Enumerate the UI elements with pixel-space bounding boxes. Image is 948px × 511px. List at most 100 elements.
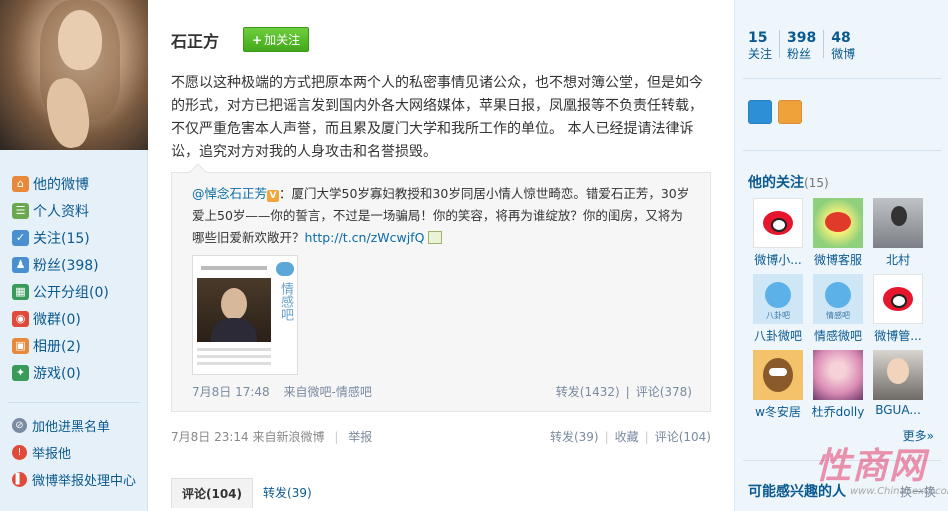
stat-number: 15 — [748, 30, 768, 46]
nav-item-group[interactable]: ▦ 公开分组(0) — [0, 278, 147, 305]
nav-item-label: 相册(2) — [33, 338, 81, 355]
separator: | — [625, 385, 630, 399]
follow-item[interactable]: BGUA... — [868, 350, 928, 424]
original-post-text: @悼念石正芳 V ：厦门大学50岁寡妇教授和30岁同居小情人惊世畸恋。错爱石正芳，3… — [192, 183, 692, 249]
nav-item-home[interactable]: ⌂ 他的微博 — [0, 170, 147, 197]
profile-stats: 15 关注 398 粉丝 48 微博 — [748, 30, 862, 62]
site-watermark-url: www.ChinaSexQ.com — [850, 486, 948, 497]
follow-name: 八卦微吧 — [753, 329, 802, 343]
verified-v-icon: V — [267, 190, 280, 202]
favorite-link[interactable]: 收藏 — [615, 430, 639, 444]
original-author-link[interactable]: @悼念石正芳 — [192, 186, 267, 201]
nav-item-report-center[interactable]: ▌ 微博举报处理中心 — [0, 466, 136, 493]
follow-avatar — [813, 350, 863, 400]
nav-item-label: 微群(0) — [33, 311, 81, 328]
thumbnail-text-lines — [197, 348, 271, 369]
nav-item-follow[interactable]: ✓ 关注(15) — [0, 224, 147, 251]
original-post-source[interactable]: 来自微吧-情感吧 — [284, 385, 372, 399]
nav-item-weiqun[interactable]: ◉ 微群(0) — [0, 305, 147, 332]
reposted-weibo: @悼念石正芳 V ：厦门大学50岁寡妇教授和30岁同居小情人惊世畸恋。错爱石正芳，3… — [171, 163, 711, 412]
stat-2[interactable]: 48 微博 — [831, 30, 855, 62]
tab-1[interactable]: 转发(39) — [253, 478, 322, 508]
follows-title[interactable]: 他的关注(15) — [748, 172, 829, 192]
post-source[interactable]: 来自新浪微博 — [253, 430, 325, 444]
profile-header: 石正方 + 加关注 — [171, 27, 310, 52]
avatar-tag: 情感吧 — [826, 311, 850, 320]
follow-name: 北村 — [885, 253, 910, 267]
nav-item-report[interactable]: ! 举报他 — [0, 439, 136, 466]
original-post-actions: 转发(1432) | 评论(378) — [556, 383, 692, 400]
stat-0[interactable]: 15 关注 — [748, 30, 772, 62]
weiqun-icon: ◉ — [12, 310, 29, 327]
nav-item-label: 个人资料 — [33, 203, 89, 220]
follow-name: 微博小... — [754, 253, 802, 267]
follow-button[interactable]: + 加关注 — [243, 27, 310, 52]
tab-0[interactable]: 评论(104) — [171, 478, 254, 508]
avatar-tag: 八卦吧 — [766, 311, 790, 320]
speech-bubble-icon — [276, 262, 294, 276]
stat-1[interactable]: 398 粉丝 — [787, 30, 816, 62]
post-text: 不愿以这种极端的方式把原本两个人的私密事情见诸公众，也不想对簿公堂，但是如今的形… — [171, 75, 703, 160]
left-sidebar: ⌂ 他的微博 ☰ 个人资料 ✓ 关注(15) ♟ 粉丝(398) ▦ 公开分组(0) ◉ 微群(0) ▣… — [0, 0, 148, 511]
follow-avatar — [873, 198, 923, 248]
separator: | — [334, 430, 339, 444]
medal-badges — [748, 100, 808, 124]
follow-item[interactable]: 杜乔dolly — [808, 350, 868, 424]
follow-item[interactable]: w冬安居 — [748, 350, 808, 424]
follow-item[interactable]: 八卦吧 八卦微吧 — [748, 274, 808, 348]
badge-icon[interactable] — [748, 100, 772, 124]
original-post-time[interactable]: 7月8日 17:48 — [192, 385, 270, 399]
album-icon: ▣ — [12, 337, 29, 354]
separator: | — [644, 430, 649, 444]
follow-name: BGUA... — [875, 403, 921, 417]
follow-item[interactable]: 微博客服 — [808, 198, 868, 272]
report-link[interactable]: 举报 — [348, 430, 372, 444]
nav-item-game[interactable]: ✦ 游戏(0) — [0, 359, 147, 386]
original-comment-link[interactable]: 评论(378) — [636, 385, 692, 399]
follow-item[interactable]: 微博管... — [868, 274, 928, 348]
original-post-thumbnail[interactable]: 情感吧 — [192, 255, 298, 375]
nav-item-label: 游戏(0) — [33, 365, 81, 382]
follow-item[interactable]: 北村 — [868, 198, 928, 272]
follow-avatar — [753, 350, 803, 400]
nav-item-fans[interactable]: ♟ 粉丝(398) — [0, 251, 147, 278]
nav-item-label: 公开分组(0) — [33, 284, 109, 301]
right-sidebar: 15 关注 398 粉丝 48 微博 他的关注(15) 微博小... 微博客服 北村八卦吧八卦… — [734, 0, 948, 511]
follows-title-text: 他的关注 — [748, 175, 804, 191]
follow-name: 微博管... — [874, 329, 922, 343]
image-link-icon[interactable] — [428, 231, 443, 244]
nav-item-blacklist[interactable]: ⊘ 加他进黑名单 — [0, 412, 136, 439]
report-icon: ! — [12, 445, 27, 460]
home-icon: ⌂ — [12, 175, 29, 192]
nav-item-album[interactable]: ▣ 相册(2) — [0, 332, 147, 359]
comment-link[interactable]: 评论(104) — [655, 430, 711, 444]
badges-divider — [743, 150, 941, 151]
follow-item[interactable]: 微博小... — [748, 198, 808, 272]
game-icon: ✦ — [12, 364, 29, 381]
thumbnail-side-label: 情感吧 — [278, 282, 293, 321]
group-icon: ▦ — [12, 283, 29, 300]
comment-tabs: 评论(104) 转发(39) — [171, 478, 711, 508]
blacklist-icon: ⊘ — [12, 418, 27, 433]
fans-icon: ♟ — [12, 256, 29, 273]
user-name[interactable]: 石正方 — [171, 28, 219, 52]
original-repost-link[interactable]: 转发(1432) — [556, 385, 620, 399]
repost-link[interactable]: 转发(39) — [550, 430, 599, 444]
stat-label: 关注 — [748, 47, 773, 61]
follow-item[interactable]: 情感吧 情感微吧 — [808, 274, 868, 348]
profile-avatar[interactable] — [0, 0, 148, 150]
nav-item-label: 微博举报处理中心 — [32, 474, 137, 489]
avatar-face — [58, 10, 102, 70]
follow-avatar: 情感吧 — [813, 274, 863, 324]
nav-item-profile-card[interactable]: ☰ 个人资料 — [0, 197, 147, 224]
badge-icon[interactable] — [778, 100, 802, 124]
follow-name: 微博客服 — [813, 253, 862, 267]
follow-avatar: 八卦吧 — [753, 274, 803, 324]
nav-item-label: 关注(15) — [33, 230, 90, 247]
post-meta: 7月8日 23:14 来自新浪微博 | 举报 转发(39) | 收藏 | 评论(104) — [171, 428, 711, 445]
stat-number: 398 — [787, 30, 817, 46]
post-time[interactable]: 7月8日 23:14 — [171, 430, 249, 444]
short-link[interactable]: http://t.cn/zWcwjfQ — [305, 230, 425, 245]
profile-nav: ⌂ 他的微博 ☰ 个人资料 ✓ 关注(15) ♟ 粉丝(398) ▦ 公开分组(0) ◉ 微群(0) ▣… — [0, 150, 147, 386]
plus-icon: + — [252, 33, 263, 47]
